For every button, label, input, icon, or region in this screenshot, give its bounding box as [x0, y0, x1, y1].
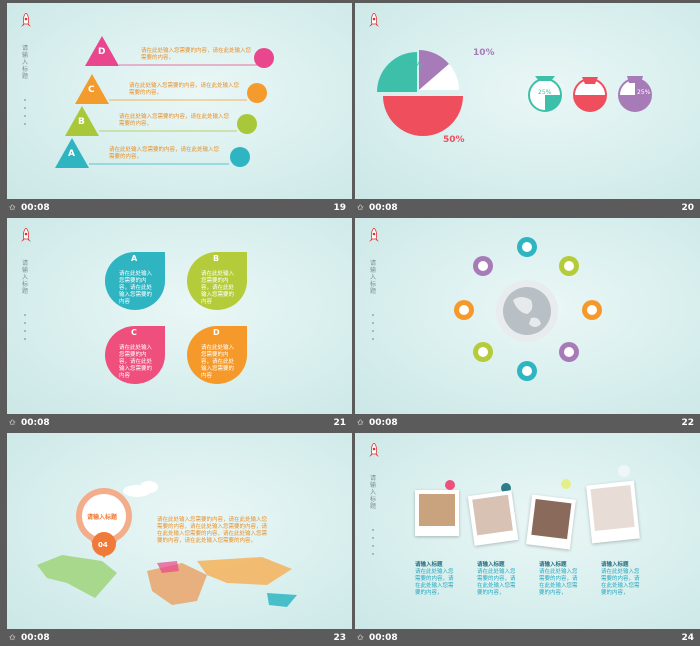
gauge-label: 25%: [583, 89, 597, 96]
pyramid-graphic: [55, 36, 257, 168]
slide-21-canvas: 请输入标题 A B C D 请在此处输入您需要的内容，请在此处输入您需要的内容 …: [7, 218, 352, 414]
rocket-icon: [21, 228, 31, 242]
slide-thumbnail-24[interactable]: 请输入标题 请输入标题 请在此处输入您需要的内容，请在此处输入您需要的内容， 请…: [355, 433, 700, 646]
target-icon: [237, 114, 257, 134]
level-text: 请在此处输入您需要的内容，请在此处输入您需要的内容，: [141, 48, 252, 61]
slide-number: 23: [333, 633, 346, 643]
slide-23-canvas: 请输入标题 04 请在此处输入您需要的内容，请在此处输入您需要的内容，请在此处输…: [7, 433, 352, 629]
vertical-title: 请输入标题: [370, 475, 377, 510]
slide-caption: ✩ 00:08 19: [7, 200, 352, 216]
level-letter: C: [88, 85, 95, 95]
slide-duration: 00:08: [369, 633, 398, 643]
slide-number: 24: [681, 633, 694, 643]
pie-label: 50%: [443, 135, 465, 145]
slide-thumbnail-20[interactable]: 25% 10% 50% 25% 25% 25% ✩ 00:08 20: [355, 3, 700, 216]
body-text: 请在此处输入您需要的内容，请在此处输入您需要的内容，请在此处输入您需要的内容，请…: [157, 517, 268, 544]
photo-text: 请在此处输入您需要的内容，请在此处输入您需要的内容，: [415, 569, 454, 596]
slide-20-canvas: 25% 10% 50% 25% 25% 25%: [355, 3, 700, 199]
pin-dot: [561, 479, 571, 489]
pin-dot: [618, 465, 630, 477]
slide-duration: 00:08: [369, 203, 398, 213]
slide-caption: ✩ 00:08 21: [7, 415, 352, 431]
photo-text: 请在此处输入您需要的内容，请在此处输入您需要的内容，: [539, 569, 578, 596]
decor-dots: [372, 529, 376, 561]
slide-caption: ✩ 00:08 24: [355, 630, 700, 646]
photo-text: 请在此处输入您需要的内容，请在此处输入您需要的内容，: [477, 569, 516, 596]
decor-dots: [24, 314, 28, 346]
photo-title: 请输入标题: [539, 562, 567, 568]
rocket-icon: [369, 443, 379, 457]
slide-thumbnail-19[interactable]: 请输入标题 D C B A 请在此处输入您需要的内容，请在此处输入您需要的内容，…: [7, 3, 352, 216]
card-text: 请在此处输入您需要的内容，请在此处输入您需要的内容: [201, 345, 235, 379]
photo-title: 请输入标题: [415, 562, 443, 568]
level-letter: D: [98, 47, 106, 57]
slide-24-canvas: 请输入标题 请输入标题 请在此处输入您需要的内容，请在此处输入您需要的内容， 请…: [355, 433, 700, 629]
level-text: 请在此处输入您需要的内容，请在此处输入您需要的内容，: [119, 114, 230, 127]
photo-frame: [467, 490, 519, 546]
gauge-label: 25%: [637, 89, 651, 96]
card-letter: D: [213, 328, 220, 337]
slide-duration: 00:08: [21, 418, 50, 428]
lightbulb-icon: [230, 147, 250, 167]
level-text: 请在此处输入您需要的内容，请在此处输入您需要的内容，: [129, 83, 240, 96]
slide-thumbnail-23[interactable]: 请输入标题 04 请在此处输入您需要的内容，请在此处输入您需要的内容，请在此处输…: [7, 433, 352, 646]
slide-duration: 00:08: [21, 203, 50, 213]
card-text: 请在此处输入您需要的内容，请在此处输入您需要的内容: [119, 345, 153, 379]
timer-icon: ✩: [357, 633, 364, 642]
steering-wheel-icon: [254, 48, 274, 68]
timer-icon: ✩: [357, 203, 364, 212]
photo-title: 请输入标题: [477, 562, 505, 568]
slide-caption: ✩ 00:08 22: [355, 415, 700, 431]
level-text: 请在此处输入您需要的内容，请在此处输入您需要的内容，: [109, 147, 220, 160]
slide-duration: 00:08: [369, 418, 398, 428]
card-letter: B: [213, 254, 220, 263]
slide-19-canvas: 请输入标题 D C B A 请在此处输入您需要的内容，请在此处输入您需要的内容，…: [7, 3, 352, 199]
slide-duration: 00:08: [21, 633, 50, 643]
card-text: 请在此处输入您需要的内容，请在此处输入您需要的内容: [201, 271, 235, 305]
slide-thumbnail-22[interactable]: 请输入标题 ✩ 00:08 22: [355, 218, 700, 431]
gauge-label: 25%: [538, 89, 552, 96]
pie-label: 10%: [473, 48, 495, 58]
slide-number: 21: [333, 418, 346, 428]
pie-slice-50: [383, 96, 463, 136]
slide-caption: ✩ 00:08 20: [355, 200, 700, 216]
vertical-title: 请输入标题: [22, 260, 29, 295]
pin-dot: [445, 480, 455, 490]
card-text: 请在此处输入您需要的内容，请在此处输入您需要的内容: [119, 271, 153, 305]
photo-frame: [526, 494, 576, 550]
photo-title: 请输入标题: [601, 562, 629, 568]
slide-number: 22: [681, 418, 694, 428]
search-icon: [247, 83, 267, 103]
globe-diagram: [454, 237, 602, 381]
slide-caption: ✩ 00:08 23: [7, 630, 352, 646]
photo-frame: [415, 490, 459, 536]
pie-chart: [377, 50, 652, 136]
timer-icon: ✩: [9, 633, 16, 642]
slide-number: 20: [681, 203, 694, 213]
timer-icon: ✩: [9, 203, 16, 212]
card-letter: A: [131, 254, 138, 263]
slide-thumbnail-21[interactable]: 请输入标题 A B C D 请在此处输入您需要的内容，请在此处输入您需要的内容 …: [7, 218, 352, 431]
slide-number: 19: [333, 203, 346, 213]
pin-title: 请输入标题: [87, 514, 118, 521]
pie-label: 25%: [401, 60, 423, 70]
level-letter: B: [78, 117, 85, 127]
pie-slice-25: [377, 52, 417, 92]
timer-icon: ✩: [9, 418, 16, 427]
level-letter: A: [68, 149, 75, 159]
photo-text: 请在此处输入您需要的内容，请在此处输入您需要的内容，: [601, 569, 640, 596]
timer-icon: ✩: [357, 418, 364, 427]
photo-frame: [586, 480, 640, 544]
slide-22-canvas: 请输入标题: [355, 218, 700, 414]
card-letter: C: [131, 328, 137, 337]
pin-number: 04: [98, 541, 108, 549]
